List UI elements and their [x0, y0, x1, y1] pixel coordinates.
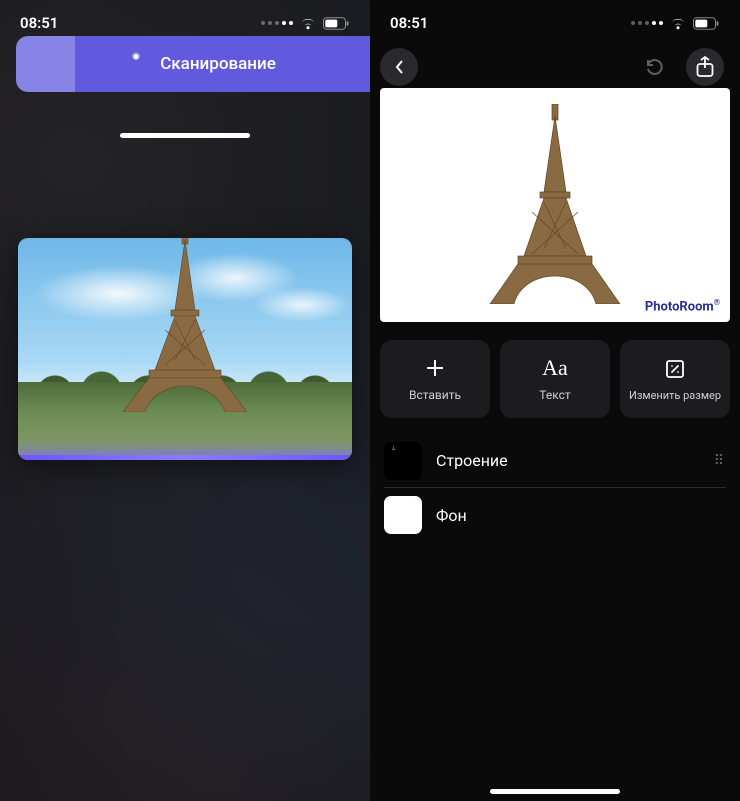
layer-row[interactable]: Фон [384, 488, 726, 542]
cutout-subject[interactable] [480, 104, 630, 304]
battery-icon [693, 17, 720, 30]
drag-handle-icon[interactable]: ⠿ [714, 453, 726, 469]
layer-name: Фон [436, 506, 726, 525]
text-label: Текст [539, 388, 570, 402]
tool-row: Вставить Aa Текст Изменить размер [370, 322, 740, 428]
status-time: 08:51 [20, 14, 58, 32]
scanning-screen: 08:51 Отменить [0, 0, 370, 801]
editor-screen: 08:51 [370, 0, 740, 801]
home-indicator[interactable] [490, 789, 620, 794]
layer-thumbnail [384, 442, 422, 480]
spinner-icon [126, 54, 146, 74]
image-preview [18, 238, 352, 460]
scan-button-label: Сканирование [160, 54, 276, 74]
nav-bar [370, 38, 740, 84]
insert-button[interactable]: Вставить [380, 340, 490, 418]
layer-row[interactable]: Строение ⠿ [384, 434, 726, 488]
battery-icon [323, 17, 350, 30]
wifi-icon [669, 17, 687, 30]
share-button[interactable] [686, 48, 724, 86]
undo-button[interactable] [634, 48, 672, 86]
status-bar: 08:51 [0, 0, 370, 38]
scan-button[interactable]: Сканирование [16, 36, 370, 92]
insert-label: Вставить [409, 388, 461, 402]
watermark: PhotoRoom® [645, 298, 720, 314]
resize-button[interactable]: Изменить размер [620, 340, 730, 418]
cellular-icon [631, 21, 663, 25]
resize-label: Изменить размер [629, 389, 721, 402]
scan-progress-line [18, 455, 352, 460]
back-button[interactable] [380, 48, 418, 86]
layer-name: Строение [436, 451, 700, 470]
status-indicators [631, 17, 720, 30]
wifi-icon [299, 17, 317, 30]
cellular-icon [261, 21, 293, 25]
home-indicator[interactable] [120, 133, 250, 138]
status-time: 08:51 [390, 14, 428, 32]
text-button[interactable]: Aa Текст [500, 340, 610, 418]
plus-icon [424, 356, 446, 380]
status-indicators [261, 17, 350, 30]
editor-canvas[interactable]: PhotoRoom® [380, 88, 730, 322]
resize-icon [664, 357, 686, 381]
layer-thumbnail [384, 496, 422, 534]
text-icon: Aa [542, 356, 568, 380]
layer-list: Строение ⠿ Фон [370, 428, 740, 542]
status-bar: 08:51 [370, 0, 740, 38]
